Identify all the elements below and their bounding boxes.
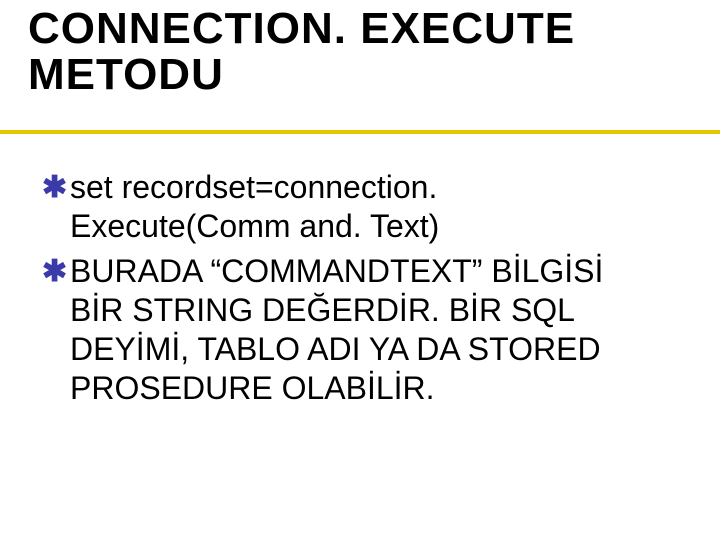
list-item: ✱ set recordset=connection. Execute(Comm… xyxy=(42,168,650,246)
bullet-icon: ✱ xyxy=(42,252,70,291)
bullet-icon: ✱ xyxy=(42,168,70,207)
bullet-text: set recordset=connection. Execute(Comm a… xyxy=(70,168,650,246)
title-underline xyxy=(0,130,720,134)
slide: CONNECTION. EXECUTE METODU ✱ set records… xyxy=(0,0,720,540)
slide-title: CONNECTION. EXECUTE METODU xyxy=(28,6,680,98)
list-item: ✱ BURADA “COMMANDTEXT” BİLGİSİ BİR STRIN… xyxy=(42,252,650,408)
bullet-text: BURADA “COMMANDTEXT” BİLGİSİ BİR STRING … xyxy=(70,252,650,408)
slide-body: ✱ set recordset=connection. Execute(Comm… xyxy=(42,168,650,414)
